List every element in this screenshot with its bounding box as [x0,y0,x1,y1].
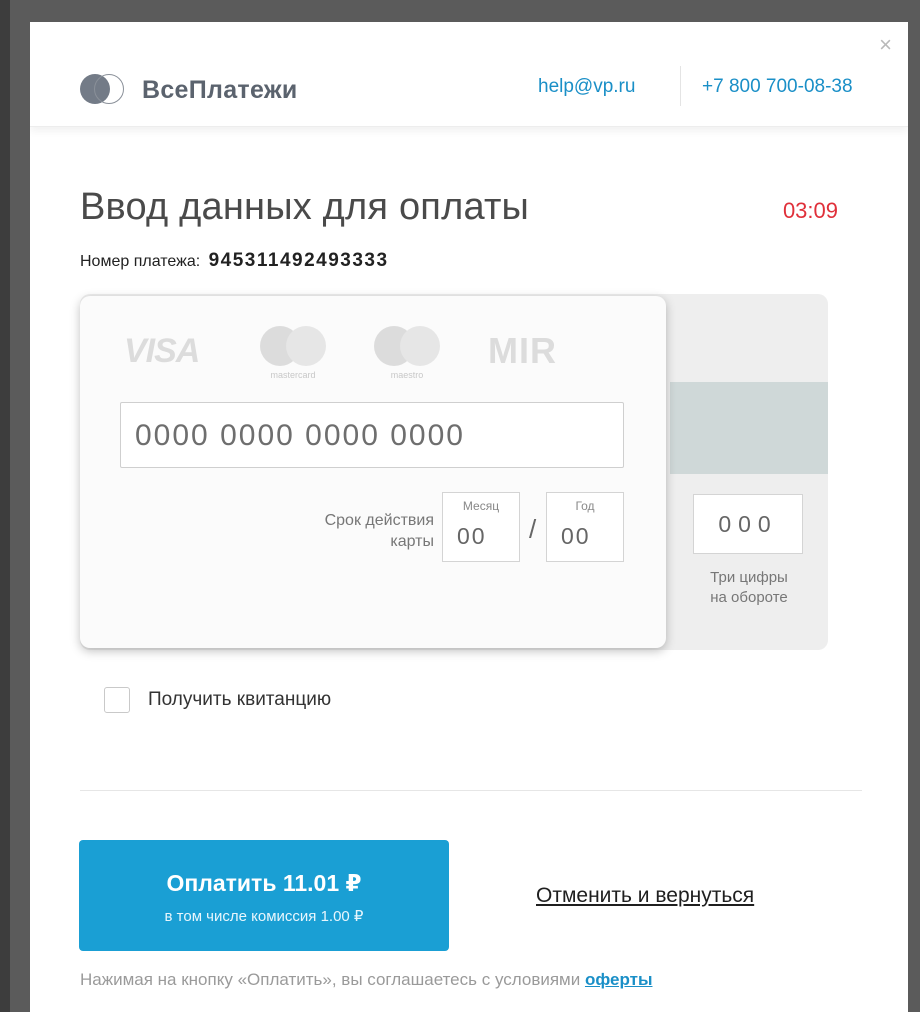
payment-modal: × ВсеПлатежи help@vp.ru +7 800 700-08-38… [30,22,908,1012]
expiry-month-input[interactable]: Месяц 00 [442,492,520,562]
logo-text: ВсеПлатежи [142,75,298,104]
mastercard-logo-icon: mastercard [256,324,340,388]
expiry-separator: / [529,514,537,544]
card-brands: VISA mastercard maestro MIR [124,324,624,394]
modal-header: ВсеПлатежи help@vp.ru +7 800 700-08-38 [30,22,908,127]
mir-logo-icon: MIR [488,330,557,371]
terms-text: Нажимая на кнопку «Оплатить», вы соглаша… [80,970,581,989]
payment-number: Номер платежа: 945311492493333 [80,250,389,272]
session-timer: 03:09 [782,198,838,223]
payment-number-value: 945311492493333 [208,250,389,271]
section-divider [80,790,862,791]
card-number-input[interactable]: 0000 0000 0000 0000 [120,402,624,468]
logo: ВсеПлатежи [80,74,298,106]
expiry-month-placeholder: 00 [457,523,487,549]
expiry-year-placeholder: 00 [561,523,591,549]
support-email-link[interactable]: help@vp.ru [538,76,635,98]
terms-notice: Нажимая на кнопку «Оплатить», вы соглаша… [80,970,652,990]
offer-link[interactable]: оферты [585,970,653,989]
support-phone-link[interactable]: +7 800 700-08-38 [702,76,853,98]
receipt-label[interactable]: Получить квитанцию [148,689,331,711]
header-divider [680,66,681,106]
expiry-month-label: Месяц [462,499,500,513]
card-front: VISA mastercard maestro MIR 0000 0000 00… [80,296,666,648]
page-title: Ввод данных для оплаты [80,186,530,228]
expiry-label: Срок действия карты [324,512,434,550]
payment-number-label: Номер платежа: [80,253,201,270]
cvv-input[interactable]: 000 [693,494,803,554]
card-magstripe [670,382,828,474]
page-background-edge [0,0,10,1012]
receipt-checkbox[interactable] [104,687,130,713]
logo-circles-icon [80,74,128,106]
pay-button[interactable]: Оплатить 11.01 ₽ в том числе комиссия 1.… [79,840,449,951]
cancel-link[interactable]: Отменить и вернуться [536,884,754,908]
maestro-logo-icon: maestro [370,324,454,388]
pay-button-label: Оплатить 11.01 ₽ [166,870,362,896]
pay-button-commission: в том числе комиссия 1.00 ₽ [164,908,364,925]
visa-logo-icon: VISA [124,332,200,370]
expiry-year-label: Год [575,499,595,513]
receipt-option[interactable]: Получить квитанцию [104,687,331,713]
expiry-year-input[interactable]: Год 00 [546,492,624,562]
cvv-hint: Три цифры на обороте [710,569,788,606]
